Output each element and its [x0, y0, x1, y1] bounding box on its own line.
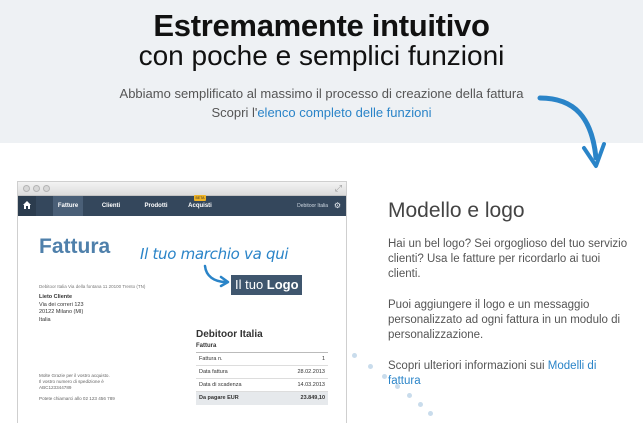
tab-fatture[interactable]: Fatture — [53, 196, 83, 216]
dot — [352, 353, 357, 358]
hero-title: Estremamente intuitivo — [153, 8, 490, 43]
resize-icon[interactable]: ⤢ — [335, 183, 342, 194]
home-button[interactable] — [18, 196, 36, 216]
feature-paragraph-3: Scopri ulteriori informazioni sui Modell… — [388, 359, 628, 389]
summary-row-label: Fattura n. — [199, 356, 223, 362]
summary-row-value: 28.02.2013 — [297, 369, 325, 375]
window-close-button[interactable] — [23, 185, 30, 192]
summary-row: Fattura n. 1 — [196, 353, 328, 366]
sender-line: Debitoor Italia Via della fontana 11 201… — [39, 284, 146, 289]
feature-title: Modello e logo — [388, 199, 525, 222]
curved-arrow-icon — [537, 95, 606, 168]
client-address-line: Via dei correri 123 — [39, 301, 84, 308]
dot — [382, 374, 387, 379]
thanks-line-3: ABC123344789 — [39, 385, 72, 390]
invoice-title: Fattura — [39, 235, 111, 258]
client-name: Lieto Cliente — [39, 294, 73, 300]
summary-company: Debitoor Italia — [196, 329, 263, 340]
hero-subtitle: con poche e semplici funzioni — [138, 40, 505, 71]
company-menu[interactable]: Debitoor Italia — [297, 196, 328, 216]
client-address: Lieto Cliente Via dei correri 123 20122 … — [39, 294, 84, 324]
window-minimize-button[interactable] — [33, 185, 40, 192]
logo-arrow-icon — [203, 264, 230, 288]
beta-badge: BETA — [194, 195, 206, 201]
feature-paragraph-2: Puoi aggiungere il logo e un messaggio p… — [388, 299, 621, 341]
logo-placeholder[interactable]: Il tuo Logo — [231, 275, 302, 295]
hero-discover-prefix: Scopri l' — [211, 105, 258, 120]
dot — [368, 364, 373, 369]
tab-prodotti[interactable]: Prodotti — [141, 196, 171, 216]
feature-section: Modello e logo Hai un bel logo? Sei orgo… — [388, 199, 628, 405]
summary-total-value: 23.849,10 — [300, 395, 325, 401]
logo-prefix: Il tuo — [235, 277, 267, 292]
phone-note: Potete chiamarci allo 02 123 456 789 — [39, 396, 115, 401]
summary-total-row: Da pagare EUR 23.849,10 — [196, 392, 328, 405]
feature-p3-prefix: Scopri ulteriori informazioni sui — [388, 360, 548, 372]
gear-icon[interactable]: ⚙ — [334, 202, 341, 210]
tab-clienti[interactable]: Clienti — [96, 196, 126, 216]
summary-section: Fattura — [196, 343, 328, 353]
features-list-link[interactable]: elenco completo delle funzioni — [257, 105, 431, 120]
logo-bold: Logo — [266, 277, 299, 292]
summary-row-value: 14.03.2013 — [297, 382, 325, 388]
home-icon — [23, 201, 31, 209]
window-titlebar: ⤢ — [18, 182, 346, 196]
summary-row-label: Data di scadenza — [199, 382, 242, 388]
feature-paragraph-1: Hai un bel logo? Sei orgoglioso del tuo … — [388, 238, 628, 280]
summary-row: Data di scadenza 14.03.2013 — [196, 379, 328, 392]
app-window: ⤢ Fatture Clienti Prodotti Acquisti BETA… — [17, 181, 347, 423]
invoice-summary: Debitoor Italia Fattura Fattura n. 1 Data… — [196, 329, 328, 405]
app-navbar: Fatture Clienti Prodotti Acquisti BETA D… — [18, 195, 346, 216]
summary-row: Data fattura 28.02.2013 — [196, 366, 328, 379]
client-country: Italia — [39, 316, 51, 323]
summary-row-value: 1 — [321, 356, 325, 362]
client-city: 20122 Milano (MI) — [39, 309, 84, 315]
summary-total-label: Da pagare EUR — [199, 395, 239, 401]
summary-row-label: Data fattura — [199, 369, 228, 375]
dot — [428, 411, 433, 416]
window-zoom-button[interactable] — [43, 185, 50, 192]
thanks-note: Molte Grazie per il vostro acquisto. Il … — [39, 373, 110, 391]
brand-note: Il tuo marchio va qui — [140, 245, 289, 263]
